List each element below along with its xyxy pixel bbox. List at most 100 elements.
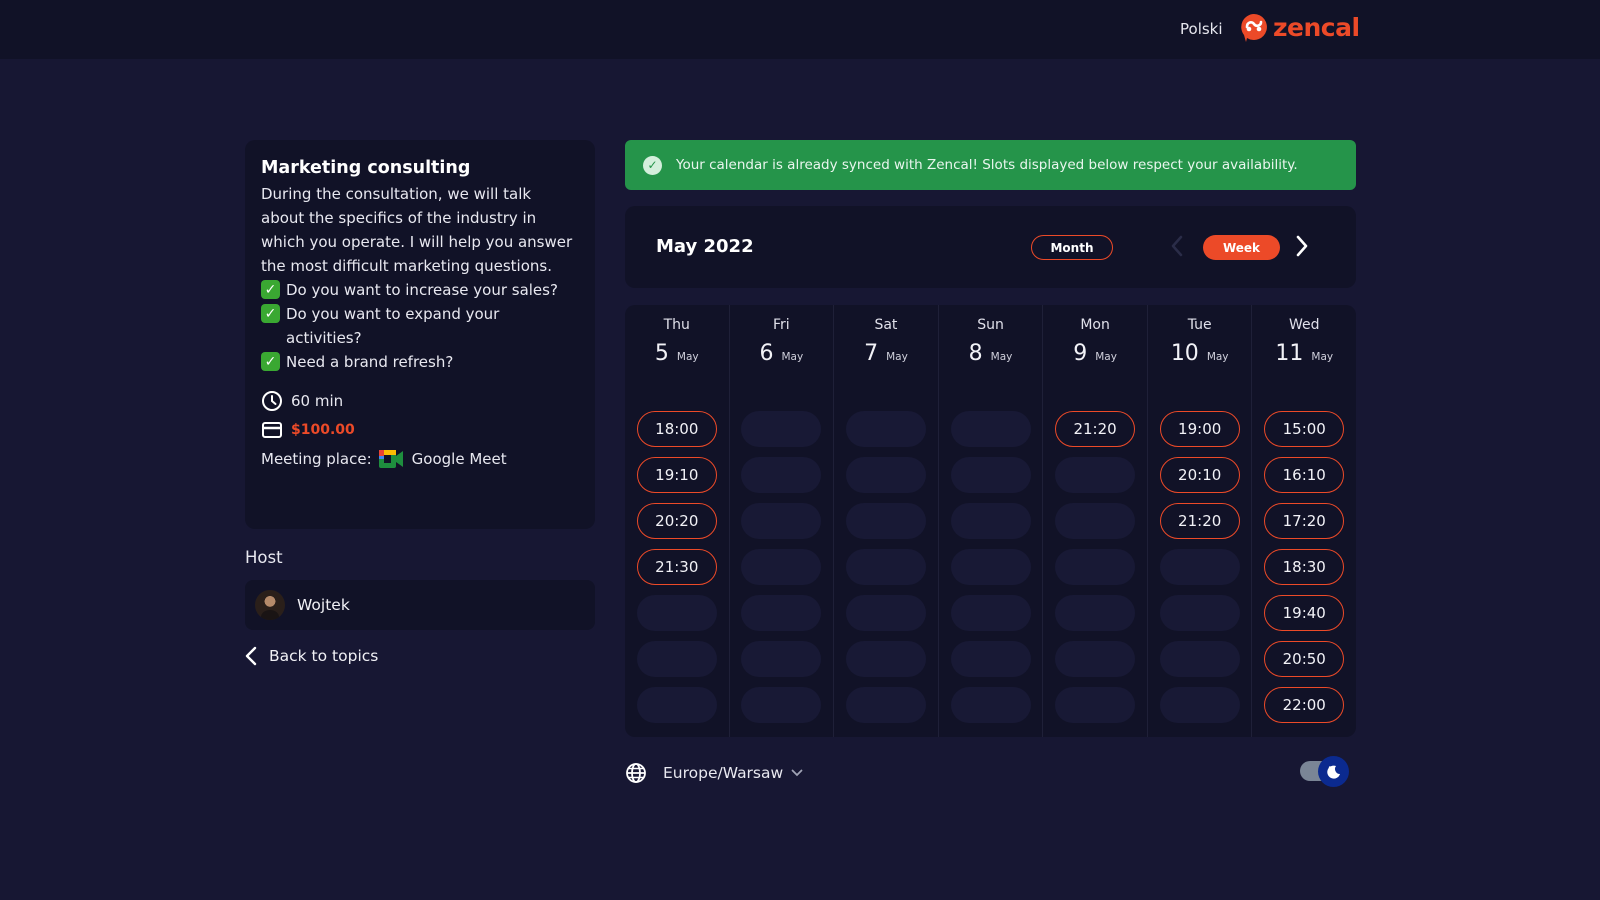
time-slot-button[interactable]: 20:10 [1159,457,1240,493]
unavailable-slot [1055,549,1136,585]
unavailable-slot [950,457,1031,493]
month-view-button[interactable]: Month [1031,235,1113,260]
day-number: 5 [654,341,669,366]
checklist-item: ✓ Do you want to expand your activities? [261,302,579,350]
unavailable-slot [741,641,822,677]
time-slot-button[interactable]: 17:20 [1264,503,1345,539]
price-row: $100.00 [261,415,579,444]
unavailable-slot [950,411,1031,447]
day-date: 5 May [655,341,699,371]
meeting-place-label: Meeting place: [261,449,372,468]
day-name: Fri [773,317,790,333]
day-month: May [990,351,1013,363]
unavailable-slot [845,503,926,539]
zencal-logo[interactable]: zencal [1240,13,1360,43]
time-slot-list: 21:20 [1055,411,1136,723]
time-slot-button[interactable]: 21:20 [1159,503,1240,539]
checklist-item-text: Do you want to expand your activities? [286,305,500,347]
day-name: Wed [1288,317,1320,333]
unavailable-slot [741,457,822,493]
day-month: May [676,351,699,363]
unavailable-slot [950,687,1031,723]
time-slot-list: 18:00 19:10 20:20 21:30 [636,411,717,723]
dark-mode-toggle[interactable] [1300,756,1350,787]
chevron-left-icon [245,646,257,666]
unavailable-slot [950,595,1031,631]
day-date: 6 May [760,341,804,371]
time-slot-button[interactable]: 22:00 [1264,687,1345,723]
unavailable-slot [741,595,822,631]
next-week-button[interactable] [1295,233,1309,259]
unavailable-slot [1055,641,1136,677]
unavailable-slot [1159,641,1240,677]
day-number: 8 [968,341,983,366]
unavailable-slot [636,687,717,723]
day-date: 9 May [1073,341,1117,371]
service-description: During the consultation, we will talk ab… [261,185,573,275]
day-column: Fri 6 May [730,305,835,737]
unavailable-slot [636,641,717,677]
chevron-down-icon [791,769,803,777]
check-circle-icon: ✓ [643,155,662,175]
clock-icon [262,390,282,411]
check-mark-icon: ✓ [261,280,280,299]
day-month: May [1095,351,1117,363]
service-info-card: Marketing consulting During the consulta… [245,140,595,529]
back-to-topics-link[interactable]: Back to topics [245,646,378,666]
day-number: 9 [1073,341,1088,366]
day-date: 10 May [1171,341,1229,371]
time-slot-button[interactable]: 18:00 [636,411,717,447]
unavailable-slot [1055,687,1136,723]
unavailable-slot [845,457,926,493]
service-title: Marketing consulting [261,158,471,178]
time-slot-list: 19:00 20:10 21:20 [1159,411,1240,723]
time-slot-button[interactable]: 21:30 [636,549,717,585]
unavailable-slot [1055,503,1136,539]
timezone-select[interactable]: Europe/Warsaw [625,762,803,784]
meeting-place-row: Meeting place: Google Meet [261,444,579,473]
time-slot-list [741,411,822,723]
time-slot-button[interactable]: 19:00 [1159,411,1240,447]
unavailable-slot [1159,595,1240,631]
day-column: Sun 8 May [939,305,1044,737]
checklist-item-text: Do you want to increase your sales? [286,281,558,299]
time-slot-button[interactable]: 19:40 [1264,595,1345,631]
day-column: Mon 9 May 21:20 [1043,305,1148,737]
unavailable-slot [741,503,822,539]
unavailable-slot [845,411,926,447]
checklist-item-text: Need a brand refresh? [286,353,454,371]
checklist-item: ✓ Do you want to increase your sales? [261,278,579,302]
language-switch[interactable]: Polski [1180,20,1223,38]
checklist: ✓ Do you want to increase your sales? ✓ … [261,278,579,374]
host-name: Wojtek [297,596,350,614]
previous-week-button[interactable] [1170,234,1184,258]
time-slot-button[interactable]: 19:10 [636,457,717,493]
unavailable-slot [741,549,822,585]
sync-message: Your calendar is already synced with Zen… [676,157,1298,173]
day-name: Sun [977,317,1004,333]
top-bar: Polski zencal [0,0,1600,59]
sync-banner: ✓ Your calendar is already synced with Z… [625,140,1356,190]
unavailable-slot [1055,595,1136,631]
meeting-place: Google Meet [411,449,507,468]
unavailable-slot [845,549,926,585]
day-number: 10 [1170,341,1199,366]
day-month: May [886,351,908,363]
week-view-button[interactable]: Week [1203,235,1280,260]
calendar-header: May 2022 Month Week [625,206,1356,288]
unavailable-slot [741,687,822,723]
duration: 60 min [291,391,344,410]
price: $100.00 [291,421,355,438]
time-slot-button[interactable]: 16:10 [1264,457,1345,493]
unavailable-slot [950,503,1031,539]
time-slot-button[interactable]: 20:50 [1264,641,1345,677]
day-column: Wed 11 May 15:00 16:10 17:20 18:30 19:40 20:50 22… [1252,305,1356,737]
time-slot-list: 15:00 16:10 17:20 18:30 19:40 20:50 22:00 [1264,411,1345,723]
time-slot-button[interactable]: 20:20 [636,503,717,539]
time-slot-button[interactable]: 21:20 [1055,411,1136,447]
moon-icon [1326,765,1340,779]
globe-icon [626,763,646,783]
time-slot-button[interactable]: 18:30 [1264,549,1345,585]
host-card[interactable]: Wojtek [245,580,595,630]
time-slot-button[interactable]: 15:00 [1264,411,1345,447]
